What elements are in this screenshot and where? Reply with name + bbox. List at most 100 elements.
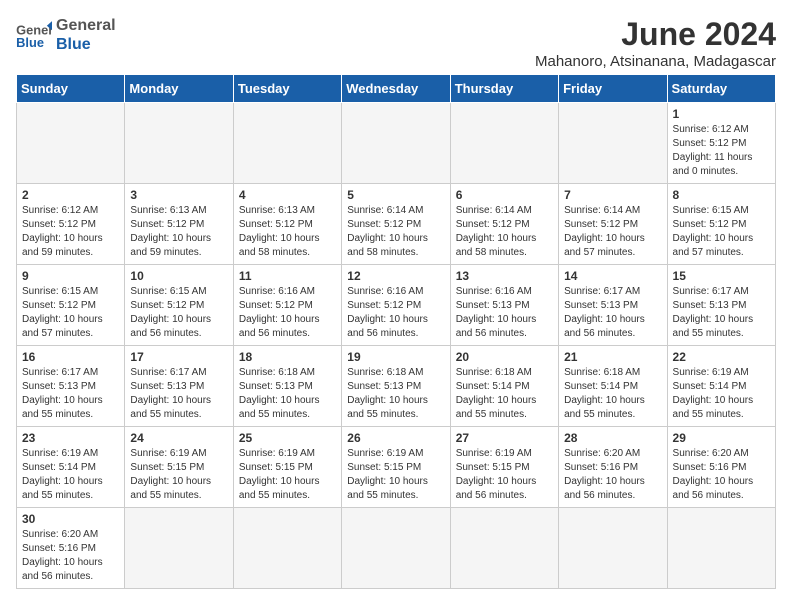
day-info: Sunrise: 6:16 AM Sunset: 5:13 PM Dayligh… xyxy=(456,285,553,341)
day-number: 18 xyxy=(239,350,336,364)
calendar-cell xyxy=(125,103,233,184)
day-info: Sunrise: 6:20 AM Sunset: 5:16 PM Dayligh… xyxy=(564,447,661,503)
calendar-cell: 29 Sunrise: 6:20 AM Sunset: 5:16 PM Dayli… xyxy=(667,427,775,508)
calendar-cell: 13 Sunrise: 6:16 AM Sunset: 5:13 PM Dayli… xyxy=(450,265,558,346)
weekday-header-row: SundayMondayTuesdayWednesdayThursdayFrid… xyxy=(17,75,776,103)
day-number: 28 xyxy=(564,431,661,445)
calendar-cell xyxy=(450,508,558,589)
weekday-header-sunday: Sunday xyxy=(17,75,125,103)
calendar-cell: 2 Sunrise: 6:12 AM Sunset: 5:12 PM Daylig… xyxy=(17,184,125,265)
calendar-cell: 7Sunrise: 6:14 AM Sunset: 5:12 PM Daylig… xyxy=(559,184,667,265)
day-info: Sunrise: 6:17 AM Sunset: 5:13 PM Dayligh… xyxy=(130,366,227,422)
calendar-subtitle: Mahanoro, Atsinanana, Madagascar xyxy=(535,53,776,70)
weekday-header-tuesday: Tuesday xyxy=(233,75,341,103)
day-number: 8 xyxy=(673,188,770,202)
calendar-cell: 17Sunrise: 6:17 AM Sunset: 5:13 PM Dayli… xyxy=(125,346,233,427)
calendar-cell: 24Sunrise: 6:19 AM Sunset: 5:15 PM Dayli… xyxy=(125,427,233,508)
day-info: Sunrise: 6:19 AM Sunset: 5:14 PM Dayligh… xyxy=(22,447,119,503)
day-info: Sunrise: 6:18 AM Sunset: 5:14 PM Dayligh… xyxy=(564,366,661,422)
day-info: Sunrise: 6:16 AM Sunset: 5:12 PM Dayligh… xyxy=(347,285,444,341)
calendar-cell: 25Sunrise: 6:19 AM Sunset: 5:15 PM Dayli… xyxy=(233,427,341,508)
day-info: Sunrise: 6:14 AM Sunset: 5:12 PM Dayligh… xyxy=(347,204,444,260)
calendar-cell: 18Sunrise: 6:18 AM Sunset: 5:13 PM Dayli… xyxy=(233,346,341,427)
day-number: 1 xyxy=(673,107,770,121)
day-number: 29 xyxy=(673,431,770,445)
day-number: 6 xyxy=(456,188,553,202)
week-row-3: 9 Sunrise: 6:15 AM Sunset: 5:12 PM Daylig… xyxy=(17,265,776,346)
day-number: 15 xyxy=(673,269,770,283)
calendar-cell xyxy=(667,508,775,589)
calendar-cell: 11Sunrise: 6:16 AM Sunset: 5:12 PM Dayli… xyxy=(233,265,341,346)
calendar-cell xyxy=(342,508,450,589)
calendar-cell: 26Sunrise: 6:19 AM Sunset: 5:15 PM Dayli… xyxy=(342,427,450,508)
day-info: Sunrise: 6:12 AM Sunset: 5:12 PM Dayligh… xyxy=(22,204,119,260)
calendar-cell: 19 Sunrise: 6:18 AM Sunset: 5:13 PM Dayli… xyxy=(342,346,450,427)
header: General Blue General Blue June 2024 Maha… xyxy=(16,16,776,70)
calendar-cell xyxy=(233,103,341,184)
weekday-header-wednesday: Wednesday xyxy=(342,75,450,103)
logo: General Blue General Blue xyxy=(16,16,116,54)
day-info: Sunrise: 6:20 AM Sunset: 5:16 PM Dayligh… xyxy=(22,528,119,584)
weekday-header-friday: Friday xyxy=(559,75,667,103)
day-info: Sunrise: 6:19 AM Sunset: 5:14 PM Dayligh… xyxy=(673,366,770,422)
day-info: Sunrise: 6:13 AM Sunset: 5:12 PM Dayligh… xyxy=(239,204,336,260)
day-info: Sunrise: 6:19 AM Sunset: 5:15 PM Dayligh… xyxy=(130,447,227,503)
day-number: 22 xyxy=(673,350,770,364)
calendar-cell: 22 Sunrise: 6:19 AM Sunset: 5:14 PM Dayli… xyxy=(667,346,775,427)
calendar-cell: 21 Sunrise: 6:18 AM Sunset: 5:14 PM Dayli… xyxy=(559,346,667,427)
day-info: Sunrise: 6:17 AM Sunset: 5:13 PM Dayligh… xyxy=(673,285,770,341)
day-number: 3 xyxy=(130,188,227,202)
day-number: 11 xyxy=(239,269,336,283)
calendar-cell: 6Sunrise: 6:14 AM Sunset: 5:12 PM Daylig… xyxy=(450,184,558,265)
calendar-cell: 10Sunrise: 6:15 AM Sunset: 5:12 PM Dayli… xyxy=(125,265,233,346)
logo-icon: General Blue xyxy=(16,20,52,50)
day-info: Sunrise: 6:15 AM Sunset: 5:12 PM Dayligh… xyxy=(22,285,119,341)
calendar-cell xyxy=(559,103,667,184)
calendar-cell xyxy=(17,103,125,184)
day-info: Sunrise: 6:20 AM Sunset: 5:16 PM Dayligh… xyxy=(673,447,770,503)
calendar-cell xyxy=(450,103,558,184)
day-number: 30 xyxy=(22,512,119,526)
day-info: Sunrise: 6:12 AM Sunset: 5:12 PM Dayligh… xyxy=(673,123,770,179)
calendar-table: SundayMondayTuesdayWednesdayThursdayFrid… xyxy=(16,74,776,589)
day-number: 23 xyxy=(22,431,119,445)
calendar-cell: 28 Sunrise: 6:20 AM Sunset: 5:16 PM Dayli… xyxy=(559,427,667,508)
logo-general-text: General xyxy=(56,16,116,35)
day-info: Sunrise: 6:13 AM Sunset: 5:12 PM Dayligh… xyxy=(130,204,227,260)
day-number: 7 xyxy=(564,188,661,202)
calendar-cell xyxy=(125,508,233,589)
calendar-cell xyxy=(233,508,341,589)
day-number: 9 xyxy=(22,269,119,283)
weekday-header-saturday: Saturday xyxy=(667,75,775,103)
day-number: 12 xyxy=(347,269,444,283)
day-info: Sunrise: 6:17 AM Sunset: 5:13 PM Dayligh… xyxy=(564,285,661,341)
logo-blue-text: Blue xyxy=(56,35,116,54)
calendar-cell xyxy=(559,508,667,589)
calendar-cell: 12 Sunrise: 6:16 AM Sunset: 5:12 PM Dayli… xyxy=(342,265,450,346)
calendar-cell: 9 Sunrise: 6:15 AM Sunset: 5:12 PM Daylig… xyxy=(17,265,125,346)
calendar-cell: 3 Sunrise: 6:13 AM Sunset: 5:12 PM Daylig… xyxy=(125,184,233,265)
day-number: 13 xyxy=(456,269,553,283)
week-row-4: 16Sunrise: 6:17 AM Sunset: 5:13 PM Dayli… xyxy=(17,346,776,427)
calendar-cell: 8 Sunrise: 6:15 AM Sunset: 5:12 PM Daylig… xyxy=(667,184,775,265)
day-info: Sunrise: 6:17 AM Sunset: 5:13 PM Dayligh… xyxy=(22,366,119,422)
calendar-cell: 27Sunrise: 6:19 AM Sunset: 5:15 PM Dayli… xyxy=(450,427,558,508)
weekday-header-monday: Monday xyxy=(125,75,233,103)
day-info: Sunrise: 6:15 AM Sunset: 5:12 PM Dayligh… xyxy=(673,204,770,260)
day-number: 27 xyxy=(456,431,553,445)
day-number: 21 xyxy=(564,350,661,364)
day-number: 19 xyxy=(347,350,444,364)
week-row-5: 23 Sunrise: 6:19 AM Sunset: 5:14 PM Dayli… xyxy=(17,427,776,508)
day-number: 25 xyxy=(239,431,336,445)
day-number: 2 xyxy=(22,188,119,202)
day-info: Sunrise: 6:15 AM Sunset: 5:12 PM Dayligh… xyxy=(130,285,227,341)
day-number: 14 xyxy=(564,269,661,283)
day-number: 26 xyxy=(347,431,444,445)
calendar-cell: 15 Sunrise: 6:17 AM Sunset: 5:13 PM Dayli… xyxy=(667,265,775,346)
week-row-6: 30 Sunrise: 6:20 AM Sunset: 5:16 PM Dayli… xyxy=(17,508,776,589)
calendar-cell: 4 Sunrise: 6:13 AM Sunset: 5:12 PM Daylig… xyxy=(233,184,341,265)
day-number: 4 xyxy=(239,188,336,202)
calendar-cell: 20Sunrise: 6:18 AM Sunset: 5:14 PM Dayli… xyxy=(450,346,558,427)
day-number: 5 xyxy=(347,188,444,202)
day-info: Sunrise: 6:18 AM Sunset: 5:13 PM Dayligh… xyxy=(347,366,444,422)
